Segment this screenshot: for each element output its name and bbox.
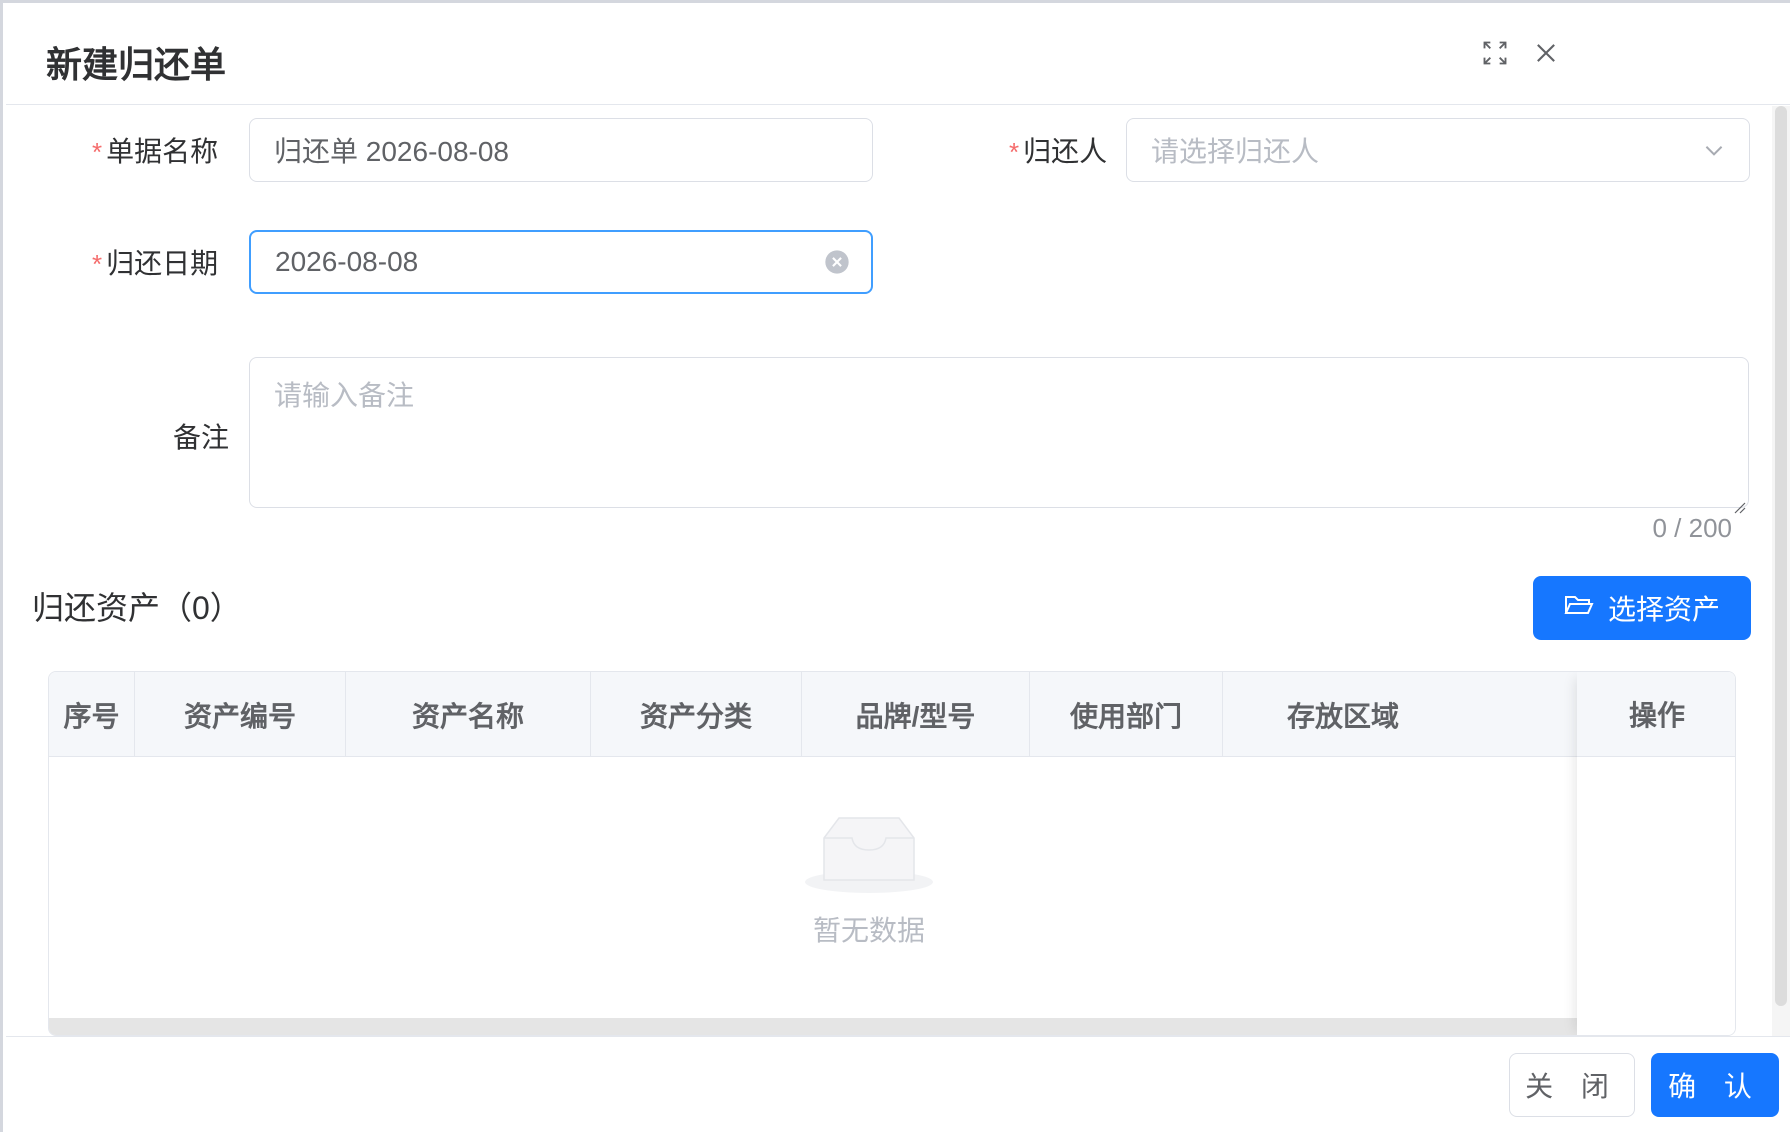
fullscreen-icon[interactable] (1479, 37, 1511, 69)
column-header: 资产名称 (346, 672, 591, 757)
vertical-scrollbar[interactable] (1772, 106, 1790, 1036)
table-header: 序号 资产编号 资产名称 资产分类 品牌/型号 使用部门 存放区域 (49, 672, 1735, 757)
column-header-action: 操作 (1577, 672, 1735, 757)
dialog-header: 新建归还单 (6, 3, 1790, 105)
return-date-picker[interactable]: 2026-08-08 (249, 230, 873, 294)
required-star: * (1009, 137, 1020, 167)
dialog-footer: 关 闭 确 认 (6, 1036, 1790, 1135)
remark-label: 备注 (173, 422, 230, 453)
column-header: 资产编号 (135, 672, 346, 757)
returner-label: * 归还人 (1009, 130, 1107, 170)
select-assets-label: 选择资产 (1607, 594, 1720, 625)
close-button[interactable]: 关 闭 (1509, 1053, 1635, 1117)
column-header: 资产分类 (591, 672, 802, 757)
returner-label-text: 归还人 (1023, 136, 1108, 167)
doc-name-value: 归还单 2026-08-08 (274, 136, 510, 167)
empty-box-icon (804, 817, 934, 900)
column-header: 存放区域 (1286, 700, 1399, 732)
column-header: 品牌/型号 (802, 672, 1030, 757)
column-header: 序号 (49, 672, 135, 757)
return-date-label: * 归还日期 (92, 242, 218, 282)
empty-state: 暂无数据 (769, 812, 969, 949)
close-icon[interactable] (1530, 37, 1562, 69)
required-star: * (92, 249, 103, 279)
new-return-dialog: 新建归还单 *单据名称 归还单 2026-08-08 *归还人 请选择归还人 (0, 0, 1790, 1135)
vertical-scrollbar-thumb[interactable] (1775, 106, 1787, 1006)
select-assets-button[interactable]: 选择资产 (1533, 576, 1751, 640)
folder-open-icon (1564, 592, 1594, 625)
doc-name-input[interactable]: 归还单 2026-08-08 (249, 118, 873, 182)
returner-select[interactable]: 请选择归还人 (1126, 118, 1750, 182)
fixed-action-column: 操作 (1577, 672, 1735, 1035)
doc-name-label-text: 单据名称 (106, 136, 219, 167)
assets-table: 序号 资产编号 资产名称 资产分类 品牌/型号 使用部门 存放区域 暂无数据 操… (48, 671, 1736, 1036)
remark-counter: 0 / 200 (1652, 513, 1732, 543)
return-date-value: 2026-08-08 (275, 246, 419, 277)
clear-icon[interactable] (823, 248, 851, 283)
assets-section-title: 归还资产（0） (32, 590, 242, 626)
required-star: * (92, 137, 103, 167)
doc-name-label: * 单据名称 (92, 130, 218, 170)
empty-text: 暂无数据 (812, 915, 925, 946)
horizontal-scrollbar[interactable] (49, 1018, 1689, 1035)
chevron-down-icon (1701, 137, 1727, 170)
dialog-title: 新建归还单 (46, 44, 227, 85)
returner-placeholder: 请选择归还人 (1151, 136, 1320, 167)
return-date-label-text: 归还日期 (106, 248, 219, 279)
dialog-body: * 单据名称 归还单 2026-08-08 * 归还人 请选择归还人 * 归还日期 2… (6, 106, 1776, 1036)
confirm-button[interactable]: 确 认 (1651, 1053, 1779, 1117)
column-header: 使用部门 (1030, 672, 1223, 757)
remark-textarea[interactable]: 请输入备注 (249, 357, 1749, 514)
resize-handle-icon[interactable] (1730, 489, 1746, 514)
remark-placeholder: 请输入备注 (274, 380, 415, 411)
